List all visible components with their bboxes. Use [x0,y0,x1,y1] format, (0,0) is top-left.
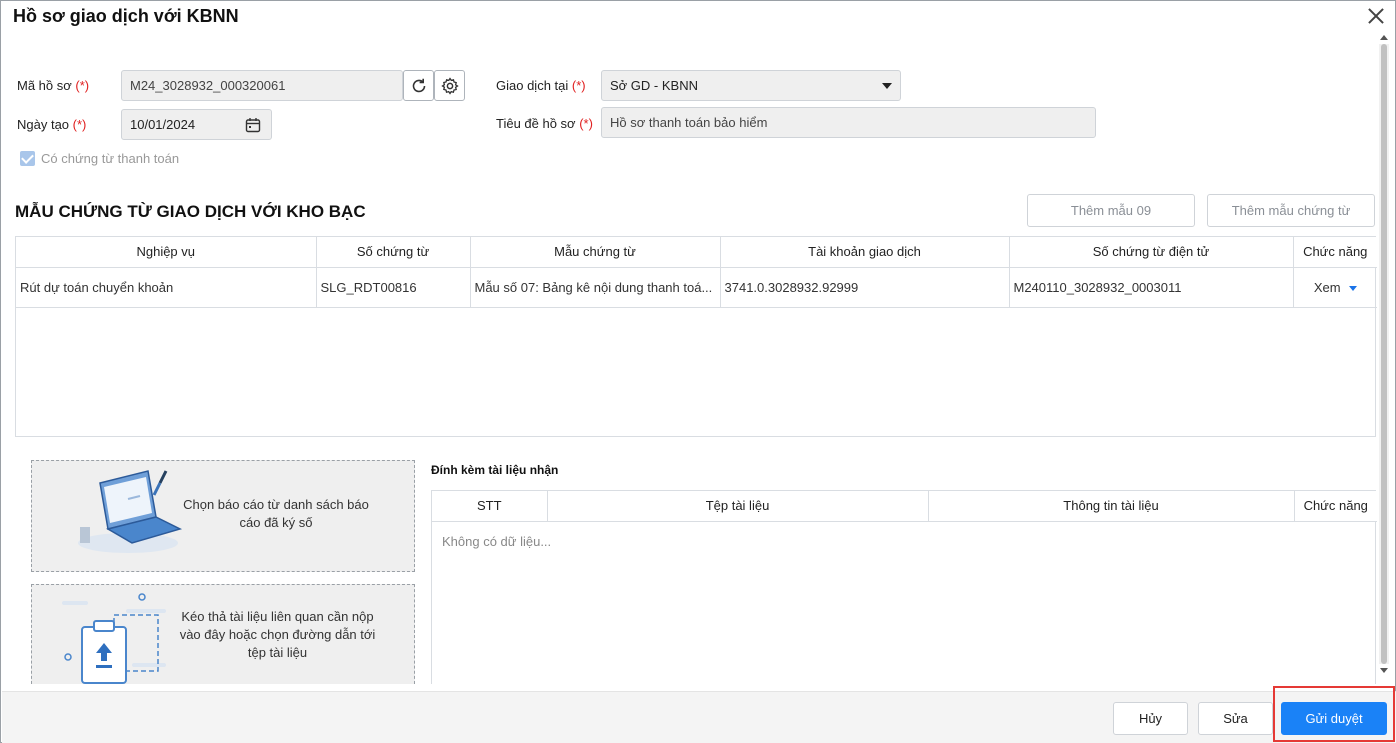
drag-drop-upload-box[interactable]: Kéo thả tài liệu liên quan cần nộp vào đ… [31,584,415,684]
section-title: MẪU CHỨNG TỪ GIAO DỊCH VỚI KHO BẠC [15,202,366,221]
choose-report-text: Chọn báo cáo từ danh sách báo cáo đã ký … [183,497,369,530]
ma-ho-so-input[interactable]: M24_3028932_000320061 [121,70,403,101]
dialog: Hồ sơ giao dịch với KBNN Mã hồ sơ (*) M2… [0,0,1396,743]
giao-dich-tai-select[interactable]: Sở GD - KBNN [601,70,901,101]
col-chuc-nang: Chức năng [1294,491,1377,522]
dialog-title: Hồ sơ giao dịch với KBNN [13,6,239,26]
cancel-button[interactable]: Hủy [1113,702,1188,735]
co-chung-tu-checkbox[interactable]: Có chứng từ thanh toán [20,151,179,166]
documents-table: Nghiệp vụ Số chứng từ Mẫu chứng từ Tài k… [15,236,1377,437]
dialog-footer: Hủy Sửa Gửi duyệt [2,691,1396,743]
table-header-row: STT Tệp tài liệu Thông tin tài liệu Chức… [432,491,1377,522]
col-thong-tin: Thông tin tài liệu [928,491,1295,522]
choose-signed-report-box[interactable]: Chọn báo cáo từ danh sách báo cáo đã ký … [31,460,415,572]
cell-so-chung-tu-link[interactable]: SLG_RDT00816 [316,267,471,308]
tieu-de-label: Tiêu đề hồ sơ (*) [496,116,593,131]
attachments-title: Đính kèm tài liệu nhận [431,463,559,477]
cell-nghiep-vu: Rút dự toán chuyển khoản [16,267,317,308]
laptop-signing-icon [78,470,183,553]
ngay-tao-date-input[interactable]: 10/01/2024 [121,109,272,140]
gear-icon [440,76,459,95]
settings-button[interactable] [434,70,465,101]
cell-tai-khoan: 3741.0.3028932.92999 [720,267,1010,308]
chevron-down-icon [882,83,892,89]
table-row[interactable]: Rút dự toán chuyển khoản SLG_RDT00816 Mẫ… [16,267,1377,308]
col-nghiep-vu: Nghiệp vụ [16,237,317,268]
upload-file-icon [62,593,166,684]
chevron-down-icon [1348,285,1357,291]
refresh-icon [412,78,425,92]
scrollbar-thumb[interactable] [1381,44,1387,664]
vertical-scrollbar[interactable] [1379,44,1389,664]
col-mau-chung-tu: Mẫu chứng từ [470,237,721,268]
ngay-tao-label: Ngày tạo (*) [17,117,87,132]
drag-drop-text: Kéo thả tài liệu liên quan cần nộp vào đ… [179,609,376,660]
scroll-up-icon[interactable] [1380,35,1388,40]
col-tep-tai-lieu: Tệp tài liệu [547,491,929,522]
highlight-box [1273,686,1395,742]
refresh-button[interactable] [403,70,434,101]
close-icon[interactable] [1365,5,1387,27]
table-header-row: Nghiệp vụ Số chứng từ Mẫu chứng từ Tài k… [16,237,1377,268]
col-chuc-nang: Chức năng [1293,237,1377,268]
attachments-table: STT Tệp tài liệu Thông tin tài liệu Chức… [431,490,1377,684]
checkbox-checked-icon [20,151,35,166]
add-template-button[interactable]: Thêm mẫu chứng từ [1207,194,1375,227]
empty-state: Không có dữ liệu... [442,534,552,549]
col-so-dien-tu: Số chứng từ điện tử [1009,237,1294,268]
view-action-dropdown[interactable]: Xem [1293,267,1377,308]
add-form-09-button[interactable]: Thêm mẫu 09 [1027,194,1195,227]
tieu-de-input[interactable]: Hồ sơ thanh toán bảo hiểm [601,107,1096,138]
col-so-chung-tu: Số chứng từ [316,237,471,268]
scroll-down-icon[interactable] [1380,668,1388,673]
calendar-icon[interactable] [245,117,261,133]
col-stt: STT [432,491,548,522]
giao-dich-tai-label: Giao dịch tại (*) [496,78,586,93]
cell-so-dien-tu: M240110_3028932_0003011 [1009,267,1294,308]
cell-mau-chung-tu: Mẫu số 07: Bảng kê nội dung thanh toá... [470,267,721,308]
ma-ho-so-label: Mã hồ sơ (*) [17,78,90,93]
edit-button[interactable]: Sửa [1198,702,1273,735]
col-tai-khoan: Tài khoản giao dịch [720,237,1010,268]
